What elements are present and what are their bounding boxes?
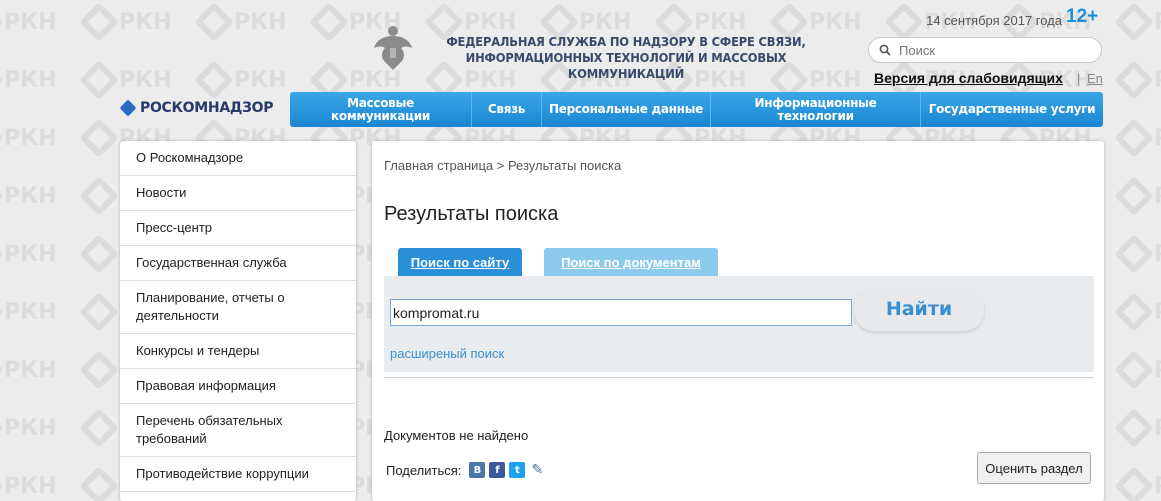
nav-mass-communications[interactable]: Массовые коммуникации	[290, 92, 472, 127]
watermark-tile: РКН	[0, 224, 85, 284]
watermark-tile: РКН	[0, 340, 85, 400]
watermark-diamond-icon	[79, 350, 119, 390]
share-label: Поделиться:	[386, 462, 462, 478]
watermark-text: РКН	[1154, 358, 1161, 383]
divider	[384, 377, 1094, 378]
sidebar-item-tenders[interactable]: Конкурсы и тендеры	[120, 334, 356, 369]
share-bar: Поделиться: В f t ✎	[386, 462, 545, 478]
breadcrumb[interactable]: Главная страница > Результаты поиска	[384, 158, 621, 173]
english-link[interactable]: En	[1087, 71, 1103, 86]
tab-site-search[interactable]: Поиск по сайту	[398, 248, 522, 276]
search-icon	[879, 44, 891, 56]
sidebar: О Роскомнадзоре Новости Пресс-центр Госу…	[120, 141, 356, 501]
find-button[interactable]: Найти	[854, 287, 984, 331]
sidebar-item-about[interactable]: О Роскомнадзоре	[120, 141, 356, 176]
watermark-text: РКН	[1154, 474, 1161, 499]
sidebar-item-planning-reports[interactable]: Планирование, отчеты о деятельности	[120, 281, 356, 334]
query-input[interactable]	[390, 299, 852, 326]
sidebar-item-news[interactable]: Новости	[120, 176, 356, 211]
watermark-tile: РКН	[1114, 340, 1161, 400]
watermark-diamond-icon	[79, 408, 119, 448]
logo-mark-icon	[119, 99, 137, 117]
watermark-text: РКН	[4, 241, 57, 267]
current-date: 14 сентября 2017 года	[926, 13, 1062, 28]
watermark-tile: РКН	[1114, 224, 1161, 284]
watermark-tile: РКН	[0, 282, 85, 342]
watermark-tile: РКН	[0, 166, 85, 226]
watermark-text: РКН	[4, 473, 57, 499]
agency-line-1: ФЕДЕРАЛЬНАЯ СЛУЖБА ПО НАДЗОРУ В СФЕРЕ СВ…	[446, 34, 806, 49]
sidebar-item-anticorruption[interactable]: Противодействие коррупции	[120, 457, 356, 492]
search-panel: Найти расширеный поиск	[384, 276, 1094, 372]
watermark-diamond-icon	[1114, 350, 1154, 390]
watermark-diamond-icon	[1114, 466, 1154, 501]
coat-of-arms-icon	[374, 26, 412, 70]
age-rating: 12+	[1066, 6, 1099, 27]
watermark-diamond-icon	[79, 234, 119, 274]
site-search[interactable]	[868, 37, 1102, 63]
watermark-tile: РКН	[1114, 398, 1161, 458]
watermark-text: РКН	[1154, 242, 1161, 267]
watermark-diamond-icon	[79, 176, 119, 216]
vk-icon[interactable]: В	[469, 462, 486, 478]
agency-name: ФЕДЕРАЛЬНАЯ СЛУЖБА ПО НАДЗОРУ В СФЕРЕ СВ…	[442, 34, 810, 82]
watermark-tile: РКН	[1114, 282, 1161, 342]
top-navigation: Массовые коммуникации Связь Персональные…	[290, 92, 1103, 127]
agency-line-2: ИНФОРМАЦИОННЫХ ТЕХНОЛОГИЙ И МАССОВЫХ КОМ…	[465, 50, 787, 81]
nav-personal-data[interactable]: Персональные данные	[542, 92, 711, 127]
watermark-text: РКН	[4, 415, 57, 441]
link-separator: |	[1077, 71, 1081, 86]
watermark-text: РКН	[1154, 300, 1161, 325]
impaired-version-link[interactable]: Версия для слабовидящих	[874, 70, 1063, 86]
watermark-diamond-icon	[79, 292, 119, 332]
watermark-diamond-icon	[1114, 234, 1154, 274]
search-input[interactable]	[899, 42, 1079, 58]
watermark-tile: РКН	[0, 456, 85, 501]
watermark-text: РКН	[1154, 184, 1161, 209]
twitter-icon[interactable]: t	[509, 462, 526, 478]
watermark-text: РКН	[4, 183, 57, 209]
main-content: Главная страница > Результаты поиска Рез…	[372, 141, 1104, 501]
facebook-icon[interactable]: f	[489, 462, 506, 478]
watermark-diamond-icon	[1114, 292, 1154, 332]
watermark-tile: РКН	[0, 398, 85, 458]
sidebar-item-requirements[interactable]: Перечень обязательных требований	[120, 404, 356, 457]
watermark-tile: РКН	[1114, 456, 1161, 501]
no-results-message: Документов не найдено	[384, 428, 529, 443]
sidebar-item-legal-info[interactable]: Правовая информация	[120, 369, 356, 404]
page-title: Результаты поиска	[384, 203, 559, 225]
nav-communications[interactable]: Связь	[472, 92, 542, 127]
advanced-search-link[interactable]: расширеный поиск	[390, 346, 504, 361]
watermark-tile: РКН	[1114, 166, 1161, 226]
sidebar-item-civil-service[interactable]: Государственная служба	[120, 246, 356, 281]
watermark-text: РКН	[1154, 416, 1161, 441]
sidebar-item-press-center[interactable]: Пресс-центр	[120, 211, 356, 246]
roskomnadzor-logo[interactable]: РОСКОМНАДЗОР	[119, 99, 274, 117]
rate-section-button[interactable]: Оценить раздел	[977, 452, 1091, 484]
livejournal-icon[interactable]: ✎	[529, 462, 545, 478]
watermark-text: РКН	[4, 299, 57, 325]
watermark-diamond-icon	[1114, 408, 1154, 448]
watermark-diamond-icon	[1114, 176, 1154, 216]
nav-public-services[interactable]: Государственные услуги	[921, 92, 1103, 127]
watermark-text: РКН	[4, 357, 57, 383]
watermark-diamond-icon	[79, 466, 119, 501]
nav-information-technologies[interactable]: Информационные технологии	[711, 92, 921, 127]
logo-text: РОСКОМНАДЗОР	[140, 100, 274, 116]
tab-document-search[interactable]: Поиск по документам	[544, 248, 718, 276]
